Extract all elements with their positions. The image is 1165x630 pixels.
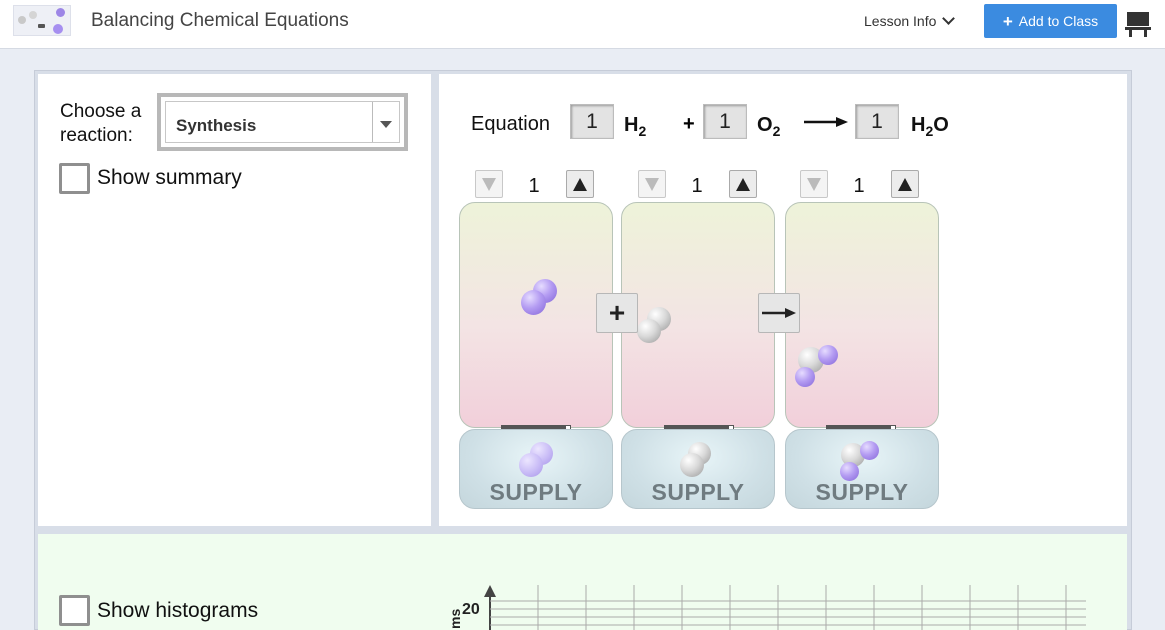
show-summary-label: Show summary <box>97 166 242 189</box>
triangle-down-icon <box>807 177 821 191</box>
o2-decrement-button[interactable] <box>638 170 666 198</box>
o2-formula: O2 <box>757 114 781 139</box>
histogram-axis: ms 20 <box>447 585 1086 630</box>
h2o-increment-button[interactable] <box>891 170 919 198</box>
h2o-product-box <box>785 202 939 428</box>
oxygen-atom[interactable] <box>637 319 661 343</box>
triangle-up-icon <box>573 177 587 191</box>
add-to-class-button[interactable]: + Add to Class <box>984 4 1117 38</box>
histogram-axis-label: ms <box>447 609 463 629</box>
h2-formula: H2 <box>624 114 647 139</box>
app-title: Balancing Chemical Equations <box>91 10 349 31</box>
hydrogen-atom[interactable] <box>860 441 879 460</box>
triangle-up-icon <box>736 177 750 191</box>
lesson-info-label: Lesson Info <box>864 13 937 29</box>
h2-decrement-button[interactable] <box>475 170 503 198</box>
h2-reactant-box <box>459 202 613 428</box>
o2-supply-box[interactable]: SUPPLY <box>621 429 775 509</box>
triangle-down-icon <box>482 177 496 191</box>
histogram-grid <box>490 585 1086 630</box>
supply-label: SUPPLY <box>489 479 583 505</box>
h2-increment-button[interactable] <box>566 170 594 198</box>
reaction-select-value: Synthesis <box>176 116 257 135</box>
lesson-info-dropdown[interactable]: Lesson Info <box>864 12 956 29</box>
o2-coefficient: 1 <box>703 104 747 139</box>
plus-icon: + <box>1002 11 1013 31</box>
arrow-right-icon <box>762 308 796 318</box>
o2-reactant-box <box>621 202 775 428</box>
teacher-tools-icon[interactable] <box>1125 10 1151 37</box>
hydrogen-atom[interactable] <box>818 345 838 365</box>
hydrogen-atom[interactable] <box>521 290 546 315</box>
equation-plus: + <box>683 113 695 135</box>
equation-label: Equation <box>471 113 550 135</box>
h2-coefficient: 1 <box>570 104 614 139</box>
h2-supply-box[interactable]: SUPPLY <box>459 429 613 509</box>
h2o-coefficient: 1 <box>855 104 899 139</box>
o2-count: 1 <box>691 175 703 197</box>
h2-count: 1 <box>528 175 540 197</box>
dropdown-arrow-icon <box>380 121 392 128</box>
top-bar: Balancing Chemical Equations Lesson Info… <box>0 0 1165 49</box>
h2o-formula: H2O <box>911 114 949 139</box>
show-histograms-label: Show histograms <box>97 599 259 622</box>
show-histograms-checkbox[interactable] <box>59 595 90 626</box>
oxygen-atom[interactable] <box>680 453 704 477</box>
sim-thumbnail <box>13 5 71 36</box>
histogram-tick-20: 20 <box>462 601 480 618</box>
triangle-up-icon <box>898 177 912 191</box>
hydrogen-atom[interactable] <box>519 453 543 477</box>
arrow-right-icon <box>804 117 848 127</box>
plus-sign: + <box>596 293 638 333</box>
plus-icon: + <box>608 297 626 328</box>
supply-label: SUPPLY <box>651 479 745 505</box>
reaction-select[interactable]: Synthesis <box>157 93 408 151</box>
triangle-down-icon <box>645 177 659 191</box>
o2-increment-button[interactable] <box>729 170 757 198</box>
hydrogen-atom[interactable] <box>795 367 815 387</box>
reaction-arrow <box>758 293 800 333</box>
h2o-count: 1 <box>853 175 865 197</box>
add-to-class-label: Add to Class <box>1018 13 1099 29</box>
h2o-decrement-button[interactable] <box>800 170 828 198</box>
show-summary-checkbox[interactable] <box>59 163 90 194</box>
chevron-down-icon <box>942 12 956 25</box>
h2o-supply-box[interactable]: SUPPLY <box>785 429 939 509</box>
supply-label: SUPPLY <box>815 479 909 505</box>
choose-reaction-label: Choose a reaction: <box>60 101 142 146</box>
